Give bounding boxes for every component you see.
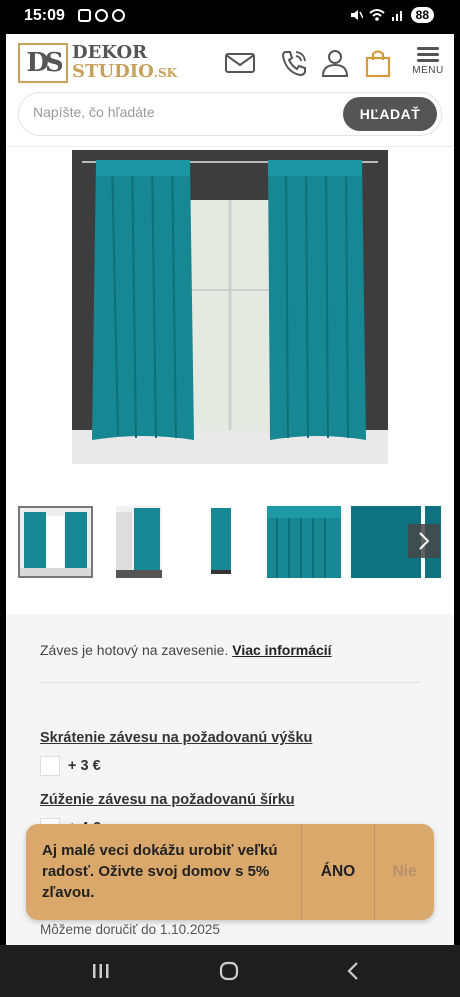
logo-line1: DEKOR (72, 42, 148, 63)
site-header: DS DEKOR STUDIO.SK MENU (6, 34, 454, 90)
user-icon[interactable] (319, 48, 351, 78)
ready-text: Záves je hotový na zavesenie. (40, 642, 229, 658)
logo-suffix: .SK (153, 66, 178, 80)
wifi-icon (368, 9, 385, 21)
info-divider (40, 682, 420, 683)
popup-message: Aj malé veci dokážu urobiť veľkú radosť.… (42, 842, 278, 901)
search-input[interactable] (33, 104, 333, 120)
thumbnail-3[interactable] (209, 506, 233, 578)
logo-wordmark[interactable]: DEKOR STUDIO.SK (72, 43, 177, 83)
popup-yes-button[interactable]: ÁNO (302, 824, 374, 920)
logo-line2-text: STUDIO (72, 61, 154, 82)
logo-mark[interactable]: DS (18, 43, 68, 83)
battery-badge: 88 (410, 7, 434, 23)
mute-icon (350, 10, 363, 20)
curtain-photo (72, 150, 388, 464)
back-icon[interactable] (338, 959, 368, 983)
home-icon[interactable] (214, 959, 244, 983)
signal-icon (391, 11, 402, 21)
web-page: DS DEKOR STUDIO.SK MENU HĽADAŤ (6, 34, 454, 945)
option-narrow-title[interactable]: Zúženie závesu na požadovanú šírku (40, 792, 295, 808)
phone-icon[interactable] (278, 48, 310, 78)
logo-line2: STUDIO.SK (72, 62, 177, 83)
popup-no-button[interactable]: Nie (375, 824, 434, 920)
search-button[interactable]: HĽADAŤ (343, 97, 437, 131)
status-bar: 15:09 88 (0, 0, 460, 34)
thumbnail-strip (6, 504, 454, 580)
option-shorten-title[interactable]: Skrátenie závesu na požadovanú výšku (40, 730, 312, 746)
search-bar: HĽADAŤ (18, 92, 442, 136)
option-shorten-checkbox[interactable] (40, 756, 60, 776)
menu-label: MENU (412, 65, 444, 76)
discount-popup: Aj malé veci dokážu urobiť veľkú radosť.… (26, 824, 434, 920)
cart-icon[interactable] (362, 48, 394, 78)
screenshot-icon (78, 9, 91, 22)
option-shorten-row: + 3 € (40, 756, 101, 776)
header-divider (6, 146, 454, 147)
more-info-link[interactable]: Viac informácií (232, 642, 331, 658)
menu-button[interactable]: MENU (410, 44, 446, 76)
notification-icons (78, 9, 125, 22)
hamburger-icon (410, 47, 446, 62)
system-navbar (0, 945, 460, 997)
option-shorten-price: + 3 € (68, 758, 101, 774)
recent-apps-icon[interactable] (86, 959, 116, 983)
messenger-icon-2 (112, 9, 125, 22)
thumbnail-1[interactable] (18, 506, 93, 578)
thumbnail-2[interactable] (116, 506, 162, 578)
messenger-icon (95, 9, 108, 22)
logo-mark-text: DS (26, 48, 63, 78)
chevron-right-icon[interactable] (408, 524, 440, 558)
delivery-text: Môžeme doručiť do 1.10.2025 (40, 922, 220, 937)
status-right: 88 (349, 7, 434, 23)
ready-to-hang-text: Záves je hotový na zavesenie. Viac infor… (40, 642, 332, 658)
mail-icon[interactable] (224, 48, 256, 78)
status-time: 15:09 (24, 7, 65, 24)
product-main-image[interactable] (72, 150, 388, 464)
thumbnail-4[interactable] (267, 506, 341, 578)
